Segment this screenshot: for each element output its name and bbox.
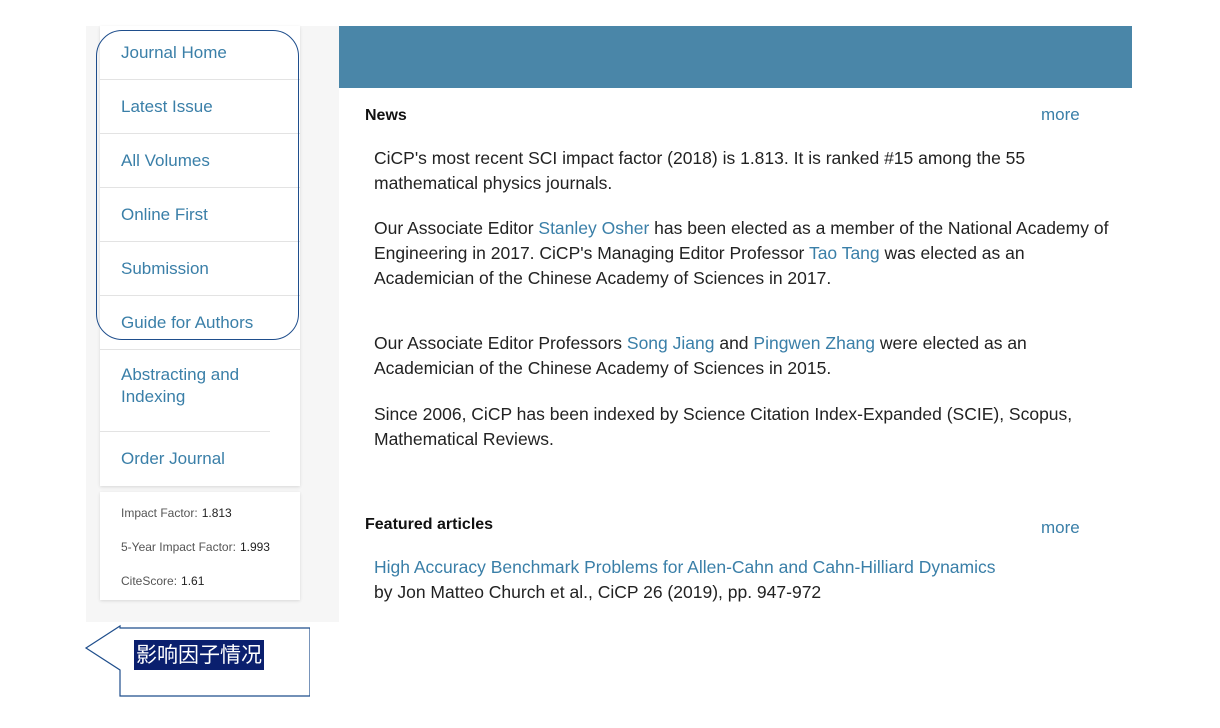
five-year-impact-factor-row: 5-Year Impact Factor: 1.993 [121,540,270,554]
link-stanley-osher[interactable]: Stanley Osher [538,218,649,238]
featured-article: High Accuracy Benchmark Problems for All… [374,555,1124,605]
callout-label: 影响因子情况 [134,640,264,670]
featured-article-title-link[interactable]: High Accuracy Benchmark Problems for All… [374,557,996,577]
featured-more-link[interactable]: more [1041,518,1080,538]
sidebar-item-online-first[interactable]: Online First [100,188,300,242]
featured-article-meta: by Jon Matteo Church et al., CiCP 26 (20… [374,582,822,602]
link-pingwen-zhang[interactable]: Pingwen Zhang [753,333,875,353]
featured-heading: Featured articles [365,516,494,533]
link-tao-tang[interactable]: Tao Tang [809,243,880,263]
impact-factor-value: 1.813 [201,506,232,520]
sidebar-item-latest-issue[interactable]: Latest Issue [100,80,300,134]
sidebar-item-journal-home[interactable]: Journal Home [100,26,300,80]
sidebar-item-submission[interactable]: Submission [100,242,300,296]
citescore-label: CiteScore: [121,574,178,588]
journal-metrics-box: Impact Factor: 1.813 5-Year Impact Factor… [100,492,300,600]
sidebar-item-abstracting-indexing[interactable]: Abstracting and Indexing [100,350,270,432]
five-year-impact-factor-label: 5-Year Impact Factor: [121,540,236,554]
sidebar-item-order-journal[interactable]: Order Journal [100,432,300,486]
news-item-indexing: Since 2006, CiCP has been indexed by Sci… [374,404,1073,449]
impact-factor-row: Impact Factor: 1.813 [121,506,232,520]
header-banner [339,26,1132,88]
sidebar-item-all-volumes[interactable]: All Volumes [100,134,300,188]
news-text: and [714,333,754,353]
news-item-osher-tang: Our Associate Editor Stanley Osher has b… [374,216,1124,291]
impact-factor-label: Impact Factor: [121,506,198,520]
news-text: Our Associate Editor [374,218,539,238]
five-year-impact-factor-value: 1.993 [239,540,270,554]
news-heading: News [365,107,407,124]
news-item-jiang-zhang: Our Associate Editor Professors Song Jia… [374,331,1124,381]
main-content: News more CiCP's most recent SCI impact … [339,26,1132,622]
link-song-jiang[interactable]: Song Jiang [627,333,715,353]
sidebar-item-guide-for-authors[interactable]: Guide for Authors [100,296,300,350]
citescore-row: CiteScore: 1.61 [121,574,204,588]
news-text: Our Associate Editor Professors [374,333,627,353]
news-item-impact-factor: CiCP's most recent SCI impact factor (20… [374,148,1026,193]
news-more-link[interactable]: more [1041,105,1080,125]
citescore-value: 1.61 [181,574,205,588]
sidebar-nav: Journal Home Latest Issue All Volumes On… [100,26,300,486]
